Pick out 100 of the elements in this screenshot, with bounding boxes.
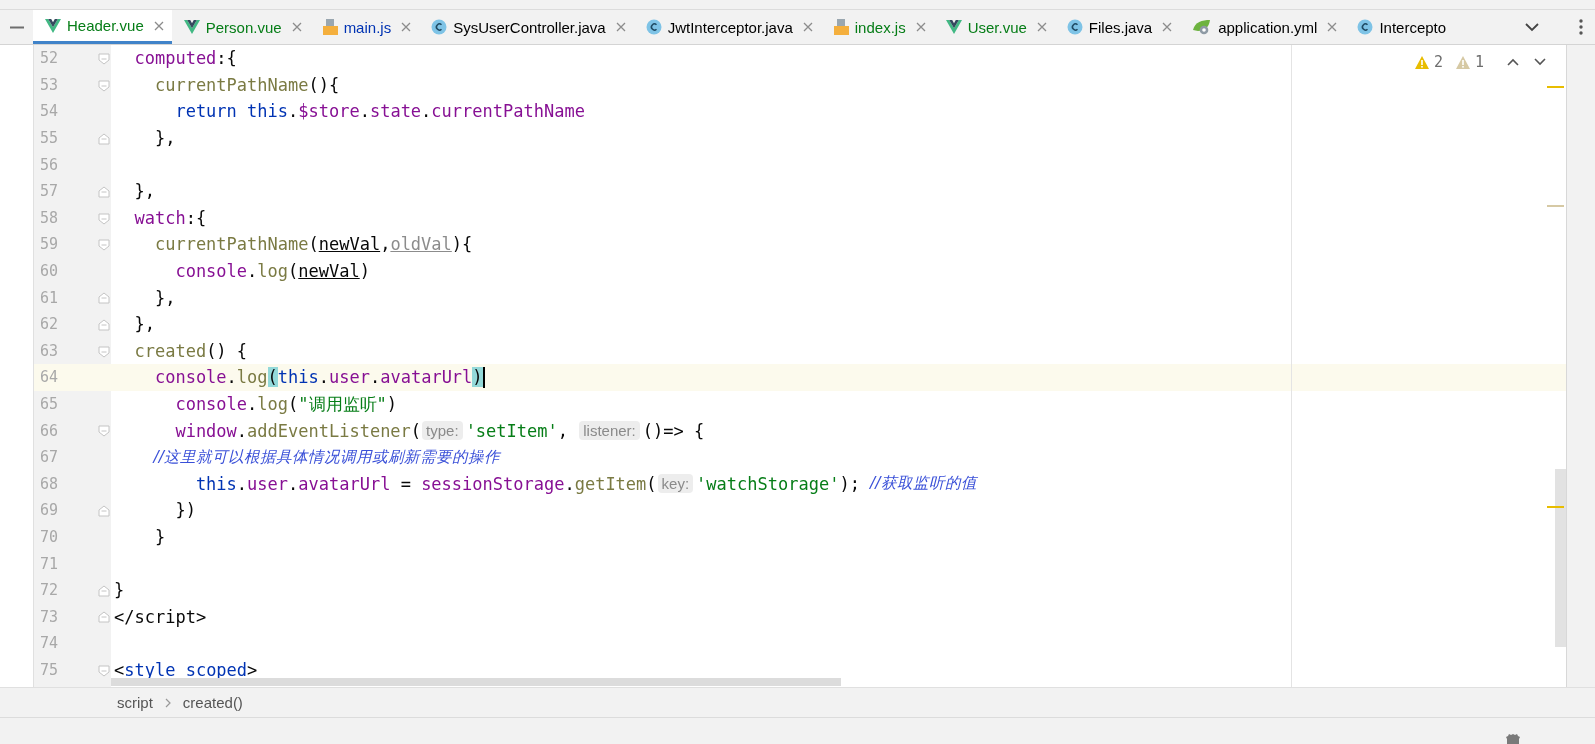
code-token: avatarUrl bbox=[380, 367, 473, 388]
fold-marker-icon[interactable] bbox=[98, 185, 110, 198]
code-token: :{ bbox=[216, 48, 237, 69]
editor-tab[interactable]: JwtInterceptor.java bbox=[633, 10, 821, 44]
close-icon[interactable] bbox=[915, 22, 926, 32]
string-literal: 'setItem' bbox=[465, 420, 558, 441]
code-token: . bbox=[236, 420, 248, 441]
close-icon[interactable] bbox=[615, 22, 626, 32]
v-logo-icon bbox=[183, 20, 200, 34]
code-token: ( bbox=[308, 234, 319, 255]
code-token: ) bbox=[359, 261, 370, 282]
close-icon[interactable] bbox=[401, 22, 412, 32]
code-token: ( bbox=[288, 394, 299, 414]
code-token: user bbox=[329, 367, 370, 388]
code-token: . bbox=[318, 367, 329, 388]
code-token: = bbox=[399, 473, 412, 494]
code-token: . bbox=[421, 101, 432, 122]
chevron-down-icon[interactable] bbox=[1534, 58, 1546, 66]
code-token: getItem bbox=[574, 473, 647, 494]
minimize-icon[interactable] bbox=[9, 25, 24, 29]
close-icon[interactable] bbox=[802, 22, 813, 32]
close-icon[interactable] bbox=[1036, 22, 1047, 32]
warning-count: 2 bbox=[1433, 53, 1443, 71]
string-literal: "调用监听" bbox=[298, 392, 387, 416]
fold-marker-icon[interactable] bbox=[98, 664, 110, 677]
fold-marker-icon[interactable] bbox=[98, 318, 110, 331]
warning-marker[interactable] bbox=[1547, 86, 1564, 88]
code-token: }, bbox=[153, 287, 176, 308]
warning-icon bbox=[1414, 55, 1429, 69]
text-caret bbox=[482, 366, 485, 388]
scrollbar-thumb[interactable] bbox=[1555, 469, 1566, 647]
fold-marker-icon[interactable] bbox=[98, 425, 110, 438]
breadcrumb[interactable]: created() bbox=[182, 694, 243, 711]
line-number: 58 bbox=[40, 208, 59, 227]
code-token: . bbox=[247, 394, 258, 414]
line-number: 65 bbox=[40, 395, 59, 413]
chevron-up-icon[interactable] bbox=[1507, 58, 1519, 66]
fold-marker-icon[interactable] bbox=[98, 611, 110, 624]
code-token: ) bbox=[472, 367, 483, 388]
warning-icon bbox=[1455, 55, 1470, 69]
fold-marker-icon[interactable] bbox=[98, 239, 110, 252]
editor-tab[interactable]: Intercepto bbox=[1345, 10, 1455, 44]
parameter-hint: key: bbox=[657, 474, 694, 494]
warning-marker[interactable] bbox=[1547, 205, 1564, 207]
close-icon[interactable] bbox=[153, 20, 164, 31]
code-token: log bbox=[257, 394, 289, 414]
line-number: 67 bbox=[40, 448, 59, 467]
fold-marker-icon[interactable] bbox=[98, 79, 110, 92]
editor-tab[interactable]: application.yml bbox=[1180, 10, 1346, 44]
code-token: avatarUrl bbox=[298, 473, 391, 494]
code-token: . bbox=[247, 261, 258, 282]
code-comment: //获取监听的值 bbox=[870, 473, 977, 495]
code-token: > bbox=[247, 659, 258, 680]
line-number: 74 bbox=[40, 634, 59, 653]
editor-tab[interactable]: main.js bbox=[309, 10, 420, 44]
code-token: . bbox=[226, 367, 237, 388]
editor-tab[interactable]: index.js bbox=[820, 10, 934, 44]
close-icon[interactable] bbox=[1327, 22, 1338, 32]
fold-marker-icon[interactable] bbox=[98, 292, 110, 305]
editor-tab[interactable]: SysUserController.java bbox=[419, 10, 634, 44]
line-number: 56 bbox=[40, 155, 59, 174]
code-token: (){ bbox=[308, 74, 340, 95]
code-token: } bbox=[114, 580, 125, 601]
horizontal-scrollbar[interactable] bbox=[111, 678, 841, 686]
fold-marker-icon[interactable] bbox=[98, 212, 110, 225]
code-token: this bbox=[194, 473, 237, 494]
editor-tab[interactable]: Person.vue bbox=[171, 10, 310, 44]
code-token: ) bbox=[386, 394, 397, 414]
code-token: }, bbox=[153, 128, 176, 149]
warning-count: 1 bbox=[1474, 53, 1484, 71]
code-token: window bbox=[174, 420, 237, 441]
line-number: 60 bbox=[40, 262, 59, 281]
close-icon[interactable] bbox=[291, 22, 302, 32]
fold-marker-icon[interactable] bbox=[98, 505, 110, 518]
fold-marker-icon[interactable] bbox=[98, 132, 110, 145]
line-number: 55 bbox=[40, 129, 59, 148]
line-number: 64 bbox=[40, 368, 59, 387]
breadcrumb[interactable]: script bbox=[117, 694, 153, 711]
chevron-down-icon[interactable] bbox=[1525, 22, 1539, 32]
code-token: ( bbox=[410, 420, 422, 441]
editor-tab[interactable]: Files.java bbox=[1054, 10, 1181, 44]
code-token: ( bbox=[267, 367, 278, 388]
warning-marker[interactable] bbox=[1547, 506, 1564, 508]
code-token: . bbox=[564, 473, 575, 494]
fold-marker-icon[interactable] bbox=[98, 584, 110, 597]
code-token: user bbox=[247, 473, 289, 494]
fold-marker-icon[interactable] bbox=[98, 345, 110, 358]
line-number: 53 bbox=[40, 75, 59, 94]
close-icon[interactable] bbox=[1162, 22, 1173, 32]
line-number: 57 bbox=[40, 182, 59, 201]
fold-marker-icon[interactable] bbox=[98, 53, 110, 65]
class-icon bbox=[1066, 19, 1083, 35]
code-token: } bbox=[153, 527, 166, 547]
line-number: 71 bbox=[40, 554, 59, 573]
code-token: () { bbox=[206, 340, 248, 361]
editor-tab[interactable]: User.vue bbox=[933, 10, 1055, 44]
more-icon[interactable] bbox=[1579, 19, 1583, 35]
code-comment: //这里就可以根据具体情况调用或刷新需要的操作 bbox=[151, 446, 500, 468]
editor-tab[interactable]: Header.vue bbox=[33, 10, 172, 44]
code-token: . bbox=[288, 473, 299, 494]
